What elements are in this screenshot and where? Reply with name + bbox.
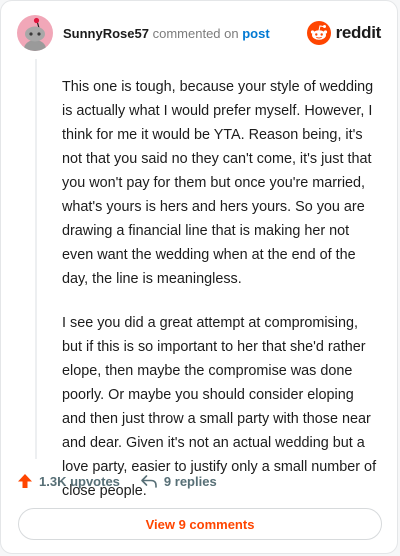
reply-count: 9 replies: [163, 473, 217, 489]
comment-header: SunnyRose57 commented on post: [63, 26, 270, 41]
comment-paragraph: This one is tough, because your style of…: [62, 79, 374, 287]
upvote-count: 1.3K upvotes: [39, 473, 120, 489]
comment-footer: 1.3K upvotes 9 replies: [17, 473, 217, 489]
comment-card: SunnyRose57 commented on post reddit Thi…: [0, 0, 398, 554]
action-text: commented on: [152, 26, 239, 41]
view-comments-button[interactable]: View 9 comments: [18, 508, 382, 540]
reddit-wordmark: reddit: [335, 23, 382, 42]
thread-line[interactable]: [35, 59, 37, 459]
avatar[interactable]: [17, 15, 53, 51]
upvote-button[interactable]: 1.3K upvotes: [17, 473, 120, 489]
reddit-logo-icon: [306, 21, 331, 45]
reply-arrow-icon: [141, 475, 157, 488]
username-link[interactable]: SunnyRose57: [63, 26, 149, 41]
reddit-brand[interactable]: reddit: [306, 21, 382, 45]
post-link[interactable]: post: [242, 26, 269, 41]
upvote-arrow-icon: [18, 474, 32, 488]
comment-body: This one is tough, because your style of…: [62, 75, 378, 523]
replies-button[interactable]: 9 replies: [140, 473, 217, 489]
snoo-avatar-icon: [24, 17, 46, 51]
